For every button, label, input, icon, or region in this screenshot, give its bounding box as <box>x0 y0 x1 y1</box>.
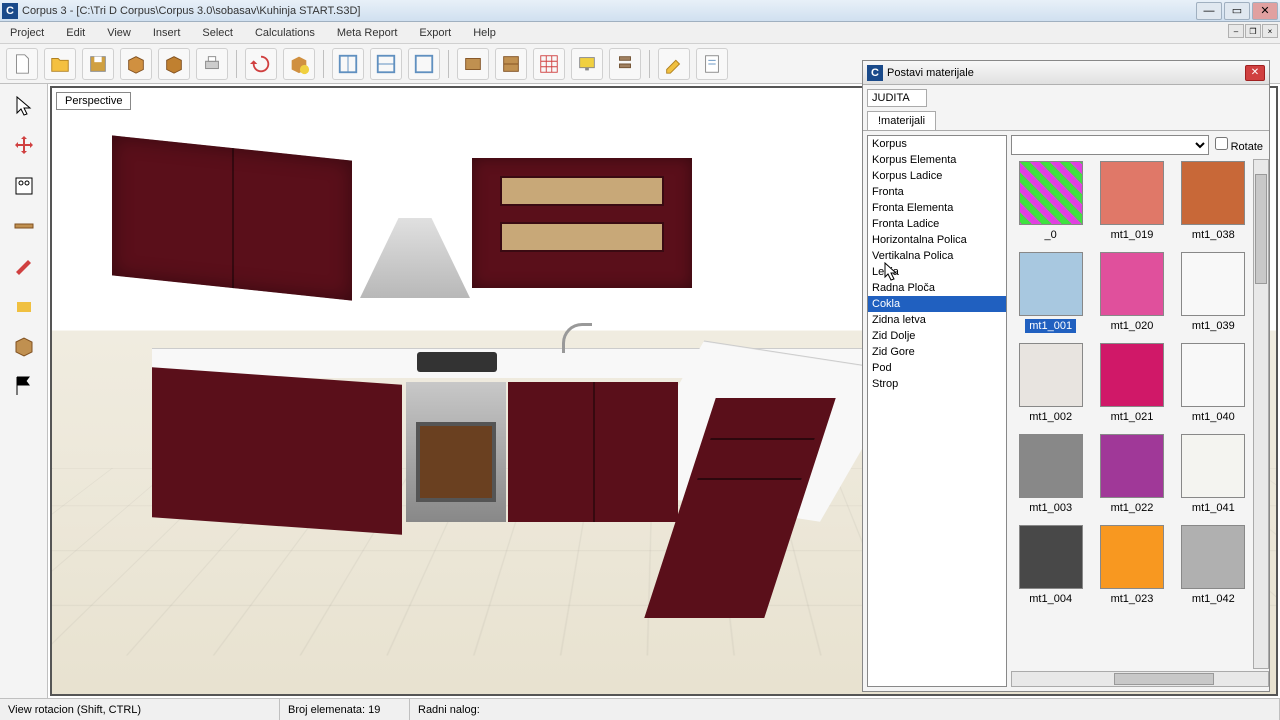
edit-icon[interactable] <box>658 48 690 80</box>
material-swatch[interactable]: mt1_039 <box>1176 252 1251 333</box>
pencil-icon[interactable] <box>8 250 40 282</box>
element2-icon[interactable] <box>495 48 527 80</box>
menu-help[interactable]: Help <box>469 25 500 41</box>
element-item[interactable]: Fronta Ladice <box>868 216 1006 232</box>
box2-icon[interactable] <box>158 48 190 80</box>
material-swatch[interactable]: mt1_041 <box>1176 434 1251 515</box>
open-icon[interactable] <box>44 48 76 80</box>
materials-panel: C Postavi materijale ✕ !materijali Korpu… <box>862 60 1270 692</box>
shelf-icon[interactable] <box>8 210 40 242</box>
material-swatch[interactable]: mt1_004 <box>1013 525 1088 606</box>
element1-icon[interactable] <box>457 48 489 80</box>
menu-meta-report[interactable]: Meta Report <box>333 25 402 41</box>
material-swatch[interactable]: _0 <box>1013 161 1088 242</box>
material-swatch[interactable]: mt1_042 <box>1176 525 1251 606</box>
material-swatch[interactable]: mt1_003 <box>1013 434 1088 515</box>
minimize-button[interactable]: — <box>1196 2 1222 20</box>
material-swatch[interactable]: mt1_001 <box>1013 252 1088 333</box>
layout1-icon[interactable] <box>332 48 364 80</box>
undo-icon[interactable] <box>245 48 277 80</box>
status-bar: View rotacion (Shift, CTRL) Broj elemena… <box>0 698 1280 720</box>
element-item[interactable]: Korpus Elementa <box>868 152 1006 168</box>
element-item[interactable]: Cokla <box>868 296 1006 312</box>
element-item[interactable]: Radna Ploča <box>868 280 1006 296</box>
menu-view[interactable]: View <box>103 25 135 41</box>
window-title: Corpus 3 - [C:\Tri D Corpus\Corpus 3.0\s… <box>22 5 1196 17</box>
element-item[interactable]: Zid Gore <box>868 344 1006 360</box>
boxwarn-icon[interactable] <box>283 48 315 80</box>
material-grid: _0mt1_019mt1_038mt1_001mt1_020mt1_039mt1… <box>1011 159 1253 669</box>
material-swatch[interactable]: mt1_002 <box>1013 343 1088 424</box>
status-element-count: Broj elemenata: 19 <box>280 699 410 720</box>
window-titlebar: C Corpus 3 - [C:\Tri D Corpus\Corpus 3.0… <box>0 0 1280 22</box>
mdi-close[interactable]: × <box>1262 24 1278 38</box>
menu-export[interactable]: Export <box>415 25 455 41</box>
element-item[interactable]: Ledja <box>868 264 1006 280</box>
menu-bar: Project Edit View Insert Select Calculat… <box>0 22 1280 44</box>
material-hscroll[interactable] <box>1011 671 1269 687</box>
maximize-button[interactable]: ▭ <box>1224 2 1250 20</box>
element-item[interactable]: Fronta <box>868 184 1006 200</box>
element-item[interactable]: Zid Dolje <box>868 328 1006 344</box>
close-button[interactable]: ✕ <box>1252 2 1278 20</box>
menu-edit[interactable]: Edit <box>62 25 89 41</box>
material-swatch[interactable]: mt1_023 <box>1094 525 1169 606</box>
element-item[interactable]: Zidna letva <box>868 312 1006 328</box>
element-item[interactable]: Korpus Ladice <box>868 168 1006 184</box>
rotate-checkbox[interactable]: Rotate <box>1215 137 1263 153</box>
element-item[interactable]: Vertikalna Polica <box>868 248 1006 264</box>
left-toolbar <box>0 84 48 698</box>
report-icon[interactable] <box>696 48 728 80</box>
element-list[interactable]: KorpusKorpus ElementaKorpus LadiceFronta… <box>867 135 1007 687</box>
app-icon: C <box>2 3 18 19</box>
menu-select[interactable]: Select <box>198 25 237 41</box>
print-icon[interactable] <box>196 48 228 80</box>
layout2-icon[interactable] <box>370 48 402 80</box>
gold-icon[interactable] <box>8 290 40 322</box>
panel-app-icon: C <box>867 65 883 81</box>
menu-calculations[interactable]: Calculations <box>251 25 319 41</box>
menu-project[interactable]: Project <box>6 25 48 41</box>
material-swatch[interactable]: mt1_019 <box>1094 161 1169 242</box>
mdi-restore[interactable]: ❐ <box>1245 24 1261 38</box>
panel-name-field[interactable] <box>867 89 927 107</box>
new-icon[interactable] <box>6 48 38 80</box>
material-dropdown[interactable] <box>1011 135 1209 155</box>
panel-title-text: Postavi materijale <box>887 67 1245 79</box>
grid-icon[interactable] <box>533 48 565 80</box>
package-icon[interactable] <box>8 330 40 362</box>
element-item[interactable]: Horizontalna Polica <box>868 232 1006 248</box>
material-swatch[interactable]: mt1_038 <box>1176 161 1251 242</box>
mdi-minimize[interactable]: – <box>1228 24 1244 38</box>
panel-close-button[interactable]: ✕ <box>1245 65 1265 81</box>
stove-icon[interactable] <box>8 170 40 202</box>
box1-icon[interactable] <box>120 48 152 80</box>
panel-tab-materials[interactable]: !materijali <box>867 111 936 130</box>
panel-titlebar: C Postavi materijale ✕ <box>863 61 1269 85</box>
menu-insert[interactable]: Insert <box>149 25 185 41</box>
cursor-icon[interactable] <box>8 90 40 122</box>
flag-icon[interactable] <box>8 370 40 402</box>
tool5-icon[interactable] <box>609 48 641 80</box>
status-view-mode: View rotacion (Shift, CTRL) <box>0 699 280 720</box>
status-work-order: Radni nalog: <box>410 699 1280 720</box>
move-icon[interactable] <box>8 130 40 162</box>
layout3-icon[interactable] <box>408 48 440 80</box>
element-item[interactable]: Pod <box>868 360 1006 376</box>
element-item[interactable]: Strop <box>868 376 1006 392</box>
screen-icon[interactable] <box>571 48 603 80</box>
element-item[interactable]: Korpus <box>868 136 1006 152</box>
material-swatch[interactable]: mt1_020 <box>1094 252 1169 333</box>
material-swatch[interactable]: mt1_022 <box>1094 434 1169 515</box>
element-item[interactable]: Fronta Elementa <box>868 200 1006 216</box>
material-swatch[interactable]: mt1_021 <box>1094 343 1169 424</box>
save-icon[interactable] <box>82 48 114 80</box>
material-vscroll[interactable] <box>1253 159 1269 669</box>
material-swatch[interactable]: mt1_040 <box>1176 343 1251 424</box>
